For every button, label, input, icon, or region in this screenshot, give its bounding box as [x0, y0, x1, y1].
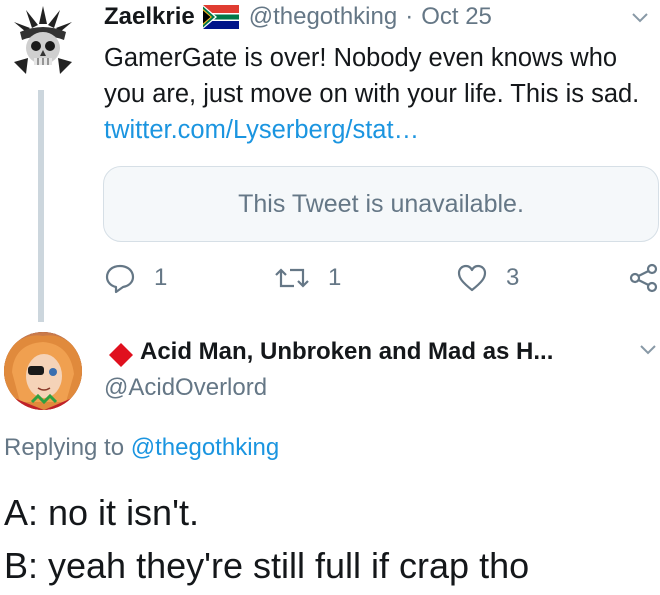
red-diamond-icon [109, 343, 133, 367]
tweet-date[interactable]: Oct 25 [421, 3, 492, 31]
separator-dot: · [405, 3, 414, 30]
display-name[interactable]: Zaelkrie [104, 3, 195, 31]
tweet-text-content: GamerGate is over! Nobody even knows who… [104, 44, 640, 108]
user-handle[interactable]: @AcidOverlord [104, 374, 267, 402]
replying-to-handle[interactable]: @thegothking [131, 434, 279, 461]
replying-to-line: Replying to @thegothking [4, 434, 279, 462]
like-button[interactable]: 3 [456, 258, 519, 298]
like-count: 3 [506, 264, 520, 291]
retweet-button[interactable]: 1 [274, 258, 341, 298]
south-africa-flag-icon [202, 5, 239, 29]
user-handle[interactable]: @thegothking [249, 3, 397, 31]
heart-icon [457, 264, 487, 292]
caption-line-b: B: yeah they're still full if crap tho [4, 545, 530, 586]
reply-icon [105, 264, 135, 294]
avatar-acidoverlord[interactable] [4, 332, 82, 410]
tweet-link[interactable]: twitter.com/Lyserberg/stat… [104, 116, 419, 144]
quoted-tweet-card[interactable]: This Tweet is unavailable. [103, 166, 659, 242]
display-name[interactable]: Acid Man, Unbroken and Mad as H... [140, 338, 553, 366]
chevron-down-icon[interactable] [638, 340, 658, 360]
retweet-icon [275, 268, 309, 288]
replying-to-label: Replying to [4, 434, 125, 461]
thread-connector-line [38, 90, 44, 322]
tweet-text: GamerGate is over! Nobody even knows who… [104, 40, 660, 148]
reply-count: 1 [154, 264, 168, 291]
share-icon [629, 263, 658, 293]
tweet-zaelkrie: Zaelkrie @thegothking · Oct 25 GamerGate… [0, 0, 660, 322]
avatar-zaelkrie[interactable] [4, 0, 82, 78]
quoted-tweet-unavailable-text: This Tweet is unavailable. [238, 189, 524, 218]
caption-line-a: A: no it isn't. [4, 492, 199, 533]
tweet-actions: 1 1 3 [104, 258, 660, 298]
reply-button[interactable]: 1 [104, 258, 167, 298]
chevron-down-icon[interactable] [630, 8, 650, 28]
tweet-header: Zaelkrie @thegothking · Oct 25 [104, 2, 492, 32]
retweet-count: 1 [328, 264, 342, 291]
share-button[interactable] [628, 258, 660, 298]
